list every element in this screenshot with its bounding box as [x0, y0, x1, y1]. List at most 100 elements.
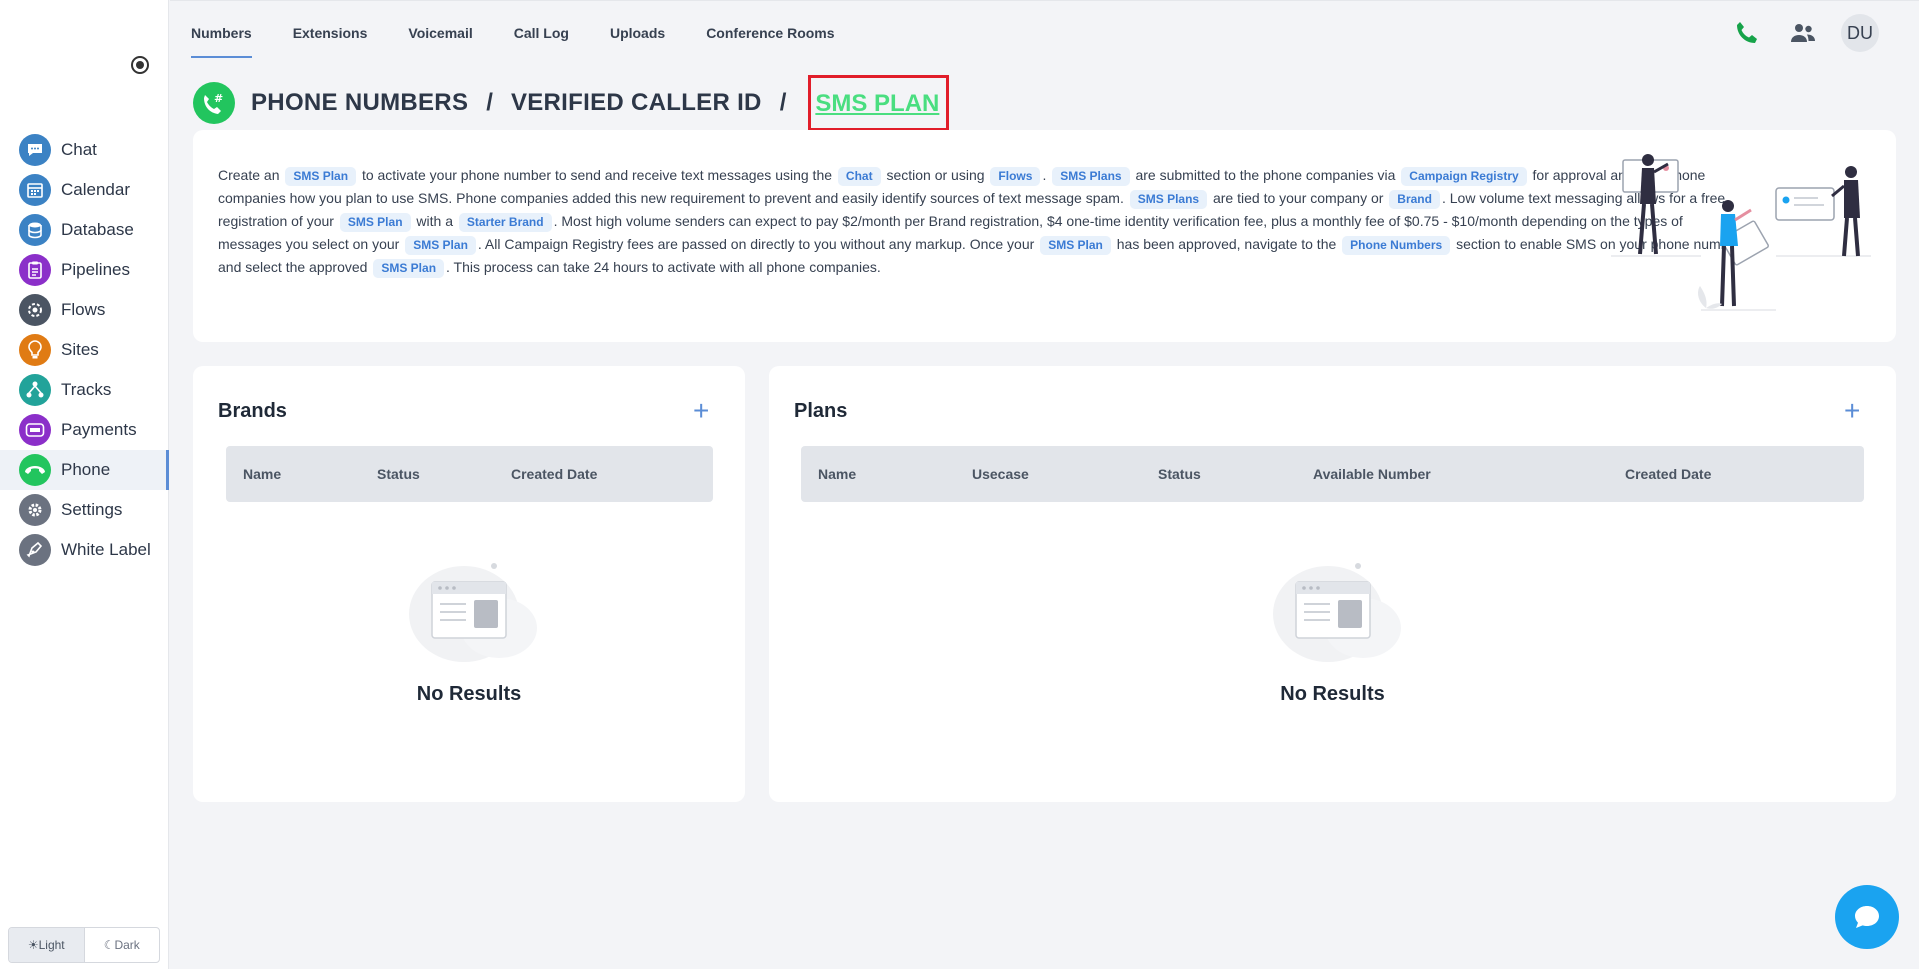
sidebar-toggle-icon[interactable]	[131, 56, 149, 74]
breadcrumb-verified-caller-id[interactable]: VERIFIED CALLER ID	[511, 89, 762, 117]
sidebar-item-label: Chat	[61, 140, 97, 159]
sidebar-item-label: Flows	[61, 300, 106, 319]
empty-box-icon	[409, 563, 537, 662]
column-header-status[interactable]: Status	[377, 466, 420, 482]
chat-widget-button[interactable]	[1835, 885, 1899, 949]
column-header-status[interactable]: Status	[1158, 466, 1201, 482]
calendar-icon	[19, 174, 51, 206]
sidebar-item-phone[interactable]: Phone	[0, 450, 169, 490]
info-text: Create an	[218, 167, 280, 183]
chip-brand[interactable]: Brand	[1389, 190, 1440, 209]
top-icons: DU	[1709, 14, 1879, 52]
column-header-created-date[interactable]: Created Date	[511, 466, 597, 482]
chip-chat[interactable]: Chat	[837, 167, 881, 186]
sidebar-item-label: Sites	[61, 340, 99, 359]
sidebar-item-white-label[interactable]: White Label	[0, 530, 169, 570]
add-brand-button[interactable]: +	[693, 397, 709, 425]
sidebar-item-label: Settings	[61, 500, 123, 519]
sidebar-item-tracks[interactable]: Tracks	[0, 370, 169, 410]
info-text: section or using	[886, 167, 985, 183]
theme-light-label: Light	[38, 938, 65, 952]
breadcrumb: # PHONE NUMBERS / VERIFIED CALLER ID / S…	[193, 75, 950, 131]
sites-icon	[19, 334, 51, 366]
info-text: .	[1042, 167, 1047, 183]
tab-numbers[interactable]: Numbers	[191, 1, 252, 58]
chip-sms-plan[interactable]: SMS Plan	[339, 213, 411, 232]
column-header-usecase[interactable]: Usecase	[972, 466, 1029, 482]
column-header-name[interactable]: Name	[243, 466, 281, 482]
info-text: are submitted to the phone companies via	[1135, 167, 1396, 183]
moon-icon: ☾	[103, 938, 115, 952]
info-text: to activate your phone number to send an…	[361, 167, 833, 183]
chat-icon	[19, 134, 51, 166]
tab-extensions[interactable]: Extensions	[293, 1, 368, 58]
sun-icon: ☀	[27, 938, 39, 952]
tab-voicemail[interactable]: Voicemail	[408, 1, 472, 58]
sidebar-item-payments[interactable]: Payments	[0, 410, 169, 450]
chip-sms-plan[interactable]: SMS Plan	[1040, 236, 1111, 255]
tab-bar: Numbers Extensions Voicemail Call Log Up…	[191, 1, 876, 59]
theme-light-button[interactable]: ☀ Light	[9, 928, 85, 962]
tab-call-log[interactable]: Call Log	[514, 1, 569, 58]
chip-starter-brand[interactable]: Starter Brand	[458, 213, 552, 232]
flows-icon	[19, 294, 51, 326]
info-card: Create an SMS Plan to activate your phon…	[193, 130, 1896, 342]
theme-switch: ☀ Light ☾ Dark	[8, 927, 160, 963]
settings-icon	[19, 494, 51, 526]
column-header-created-date[interactable]: Created Date	[1625, 466, 1711, 482]
sidebar: Chat Calendar Database Pipelines Flows S…	[0, 0, 169, 969]
add-plan-button[interactable]: +	[1844, 397, 1860, 425]
sidebar-item-flows[interactable]: Flows	[0, 290, 169, 330]
info-text: has been approved, navigate to the	[1116, 236, 1337, 252]
sidebar-item-chat[interactable]: Chat	[0, 130, 169, 170]
chip-sms-plans[interactable]: SMS Plans	[1129, 190, 1208, 209]
sidebar-item-calendar[interactable]: Calendar	[0, 170, 169, 210]
sidebar-item-label: Pipelines	[61, 260, 130, 279]
sidebar-item-database[interactable]: Database	[0, 210, 169, 250]
svg-text:#: #	[214, 92, 223, 105]
sidebar-item-label: Phone	[61, 460, 111, 479]
brands-panel: Brands + Name Status Created Date No Res…	[193, 366, 745, 802]
chip-sms-plan[interactable]: SMS Plan	[373, 259, 445, 278]
sidebar-item-label: Payments	[61, 420, 137, 439]
chip-phone-numbers[interactable]: Phone Numbers	[1342, 236, 1451, 255]
phone-call-icon[interactable]	[1729, 15, 1765, 51]
payments-icon	[19, 414, 51, 446]
users-icon[interactable]	[1785, 15, 1821, 51]
brands-no-results: No Results	[416, 683, 522, 705]
breadcrumb-separator: /	[779, 89, 787, 116]
chip-campaign-registry[interactable]: Campaign Registry	[1401, 167, 1527, 186]
phone-hash-icon: #	[193, 82, 235, 124]
tracks-icon	[19, 374, 51, 406]
brands-table-header: Name Status Created Date	[226, 446, 713, 502]
breadcrumb-phone-numbers[interactable]: PHONE NUMBERS	[251, 89, 468, 117]
phone-icon	[19, 454, 51, 486]
chip-sms-plan[interactable]: SMS Plan	[405, 236, 476, 255]
chip-flows[interactable]: Flows	[990, 167, 1041, 186]
info-text: are tied to your company or	[1212, 190, 1384, 206]
theme-dark-button[interactable]: ☾ Dark	[85, 928, 160, 962]
sidebar-item-label: Database	[61, 220, 134, 239]
sidebar-item-settings[interactable]: Settings	[0, 490, 169, 530]
info-text: . All Campaign Registry fees are passed …	[477, 236, 1035, 252]
sidebar-item-label: Calendar	[61, 180, 130, 199]
pipelines-icon	[19, 254, 51, 286]
tab-conference-rooms[interactable]: Conference Rooms	[706, 1, 834, 58]
sidebar-nav: Chat Calendar Database Pipelines Flows S…	[0, 130, 169, 570]
plans-table-header: Name Usecase Status Available Number Cre…	[801, 446, 1864, 502]
chip-sms-plan[interactable]: SMS Plan	[285, 167, 357, 186]
column-header-name[interactable]: Name	[818, 466, 856, 482]
tab-uploads[interactable]: Uploads	[610, 1, 665, 58]
sidebar-item-sites[interactable]: Sites	[0, 330, 169, 370]
info-text: . This process can take 24 hours to acti…	[446, 259, 881, 275]
breadcrumb-sms-plan[interactable]: SMS PLAN	[808, 75, 950, 131]
plans-panel: Plans + Name Usecase Status Available Nu…	[769, 366, 1896, 802]
column-header-available-number[interactable]: Available Number	[1313, 466, 1431, 482]
theme-dark-label: Dark	[114, 938, 140, 952]
brands-title: Brands	[218, 400, 287, 422]
chip-sms-plans[interactable]: SMS Plans	[1052, 167, 1130, 186]
avatar[interactable]: DU	[1841, 14, 1879, 52]
info-description: Create an SMS Plan to activate your phon…	[218, 164, 1743, 279]
people-illustration	[1606, 148, 1876, 323]
sidebar-item-pipelines[interactable]: Pipelines	[0, 250, 169, 290]
